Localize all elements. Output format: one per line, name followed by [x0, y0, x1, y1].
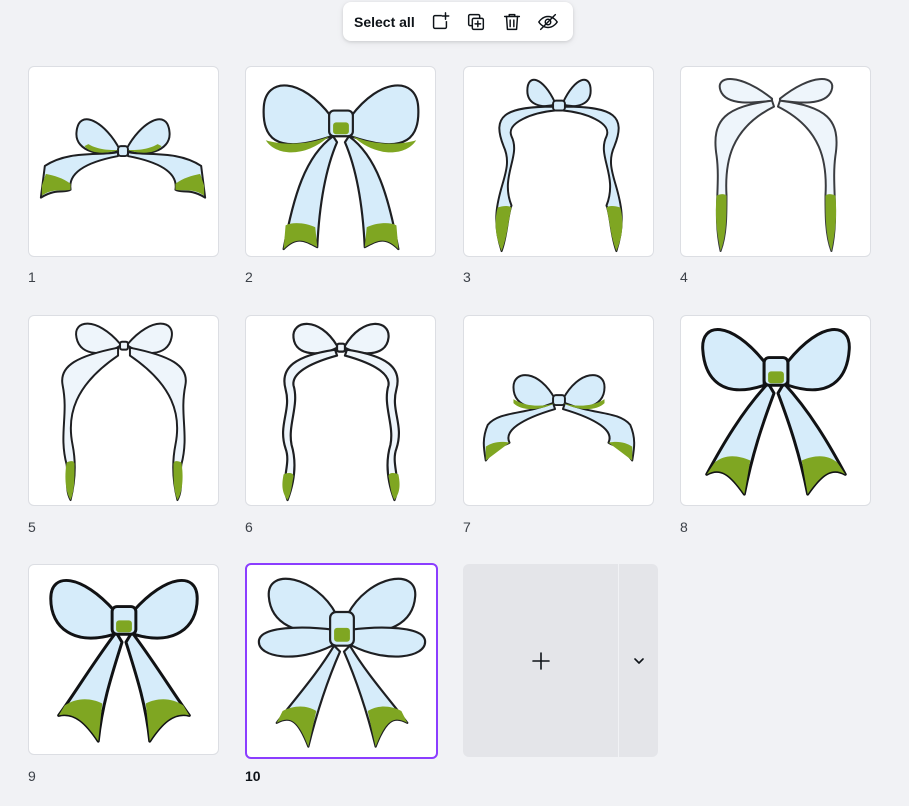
page-thumbnail-8[interactable]	[680, 315, 871, 506]
bow-illustration	[257, 577, 427, 748]
page-thumbnail-3[interactable]	[463, 66, 654, 257]
hide-icon[interactable]	[536, 10, 560, 34]
add-page-icon[interactable]	[428, 10, 452, 34]
chevron-down-icon	[633, 657, 644, 664]
page-number: 3	[463, 269, 471, 285]
select-all-button[interactable]: Select all	[354, 14, 415, 30]
page-number: 2	[245, 269, 253, 285]
page-thumbnail-10[interactable]	[245, 563, 438, 759]
page-thumbnail-7[interactable]	[463, 315, 654, 506]
page-number: 4	[680, 269, 688, 285]
bow-illustration	[495, 78, 623, 253]
page-thumbnail-1[interactable]	[28, 66, 219, 257]
page-number: 8	[680, 519, 688, 535]
plus-icon	[531, 651, 550, 670]
page-number: 9	[28, 768, 36, 784]
selection-toolbar: Select all	[343, 2, 573, 41]
page-thumbnail-5[interactable]	[28, 315, 219, 506]
page-thumbnail-2[interactable]	[245, 66, 436, 257]
page-number: 5	[28, 519, 36, 535]
add-page-button[interactable]	[463, 564, 618, 757]
page-thumbnail-6[interactable]	[245, 315, 436, 506]
bow-illustration	[701, 328, 851, 496]
bow-illustration	[714, 78, 838, 253]
page-number: 6	[245, 519, 253, 535]
page-number: 7	[463, 519, 471, 535]
trash-icon[interactable]	[500, 10, 524, 34]
bow-illustration	[262, 84, 420, 251]
add-page-options-button[interactable]	[619, 564, 658, 757]
page-number: 1	[28, 269, 36, 285]
page-thumbnail-4[interactable]	[680, 66, 871, 257]
bow-illustration	[39, 118, 207, 199]
page-number: 10	[245, 768, 261, 784]
bow-illustration	[482, 374, 636, 462]
bow-illustration	[61, 322, 187, 502]
bow-illustration	[281, 322, 401, 502]
page-thumbnail-9[interactable]	[28, 564, 219, 755]
bow-illustration	[49, 579, 199, 743]
duplicate-icon[interactable]	[464, 10, 488, 34]
